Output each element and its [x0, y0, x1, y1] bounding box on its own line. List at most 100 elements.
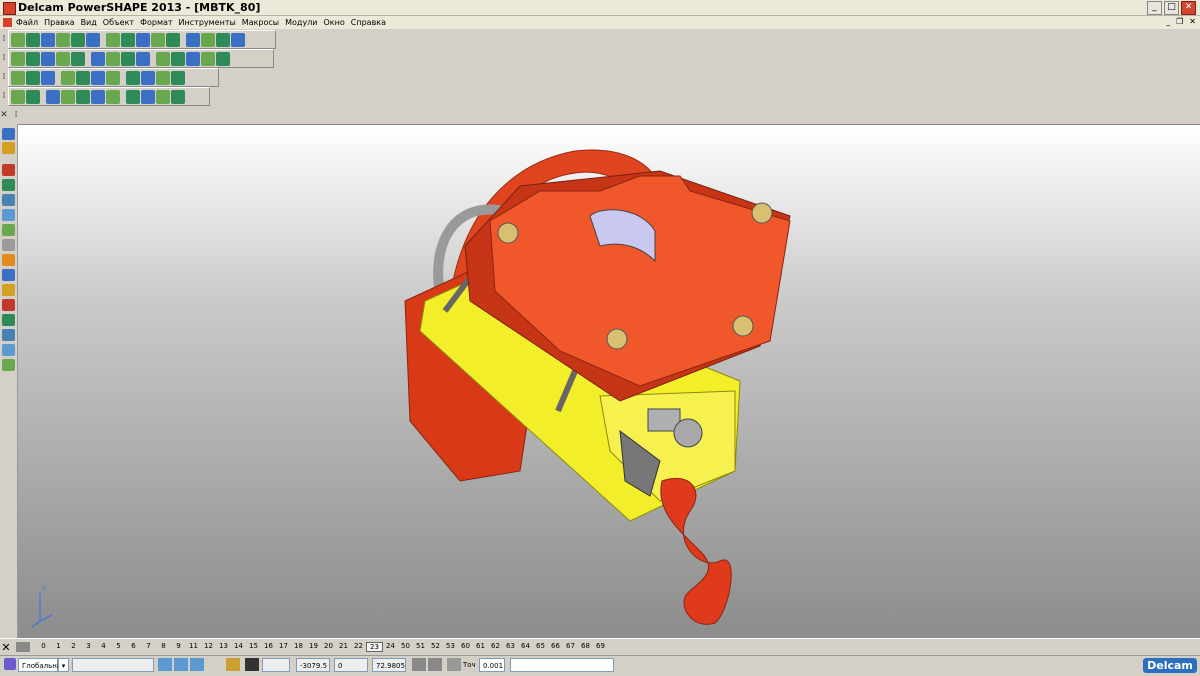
- toolbar-tool-icon[interactable]: [166, 32, 180, 47]
- toolbar-tool-icon[interactable]: [76, 70, 90, 85]
- toolbar-tool-icon[interactable]: [76, 89, 90, 104]
- level-number[interactable]: 51: [413, 642, 428, 652]
- units-field[interactable]: [72, 658, 154, 672]
- toolbar-tool-icon[interactable]: [171, 70, 185, 85]
- toolbar-tool-icon[interactable]: [26, 51, 40, 66]
- toolbar-tool-icon[interactable]: [106, 51, 120, 66]
- x-coordinate[interactable]: -3079.5: [296, 658, 330, 672]
- menu-item[interactable]: Справка: [351, 16, 386, 29]
- y-coordinate[interactable]: 0: [334, 658, 368, 672]
- doc-close-icon[interactable]: ✕: [1189, 17, 1196, 26]
- left-tool-icon[interactable]: [2, 254, 15, 266]
- menu-item[interactable]: Окно: [324, 16, 345, 29]
- toolbar-tool-icon[interactable]: [61, 89, 75, 104]
- level-number[interactable]: 3: [81, 642, 96, 652]
- left-tool-icon[interactable]: [2, 299, 15, 311]
- left-tool-icon[interactable]: [2, 359, 15, 371]
- toolbar-grip[interactable]: ⁞: [0, 89, 8, 104]
- level-number[interactable]: 66: [548, 642, 563, 652]
- toolbar-tool-icon[interactable]: [201, 51, 215, 66]
- level-number[interactable]: 0: [36, 642, 51, 652]
- menu-item[interactable]: Объект: [103, 16, 134, 29]
- workplane-icon[interactable]: [4, 658, 16, 670]
- menu-item[interactable]: Модули: [285, 16, 317, 29]
- level-number[interactable]: 63: [503, 642, 518, 652]
- toolbar-tool-icon[interactable]: [56, 32, 70, 47]
- toolbar-tool-icon[interactable]: [86, 32, 100, 47]
- level-number[interactable]: 52: [428, 642, 443, 652]
- toolbar-tool-icon[interactable]: [126, 89, 140, 104]
- level-number[interactable]: 6: [126, 642, 141, 652]
- toolbar-tool-icon[interactable]: [11, 32, 25, 47]
- level-number[interactable]: 67: [563, 642, 578, 652]
- level-number[interactable]: 18: [291, 642, 306, 652]
- toolbar-tool-icon[interactable]: [141, 70, 155, 85]
- coord-field[interactable]: [262, 658, 290, 672]
- toolbar-tool-icon[interactable]: [126, 70, 140, 85]
- toolbar-tool-icon[interactable]: [156, 89, 170, 104]
- level-number[interactable]: 17: [276, 642, 291, 652]
- toolbar-tool-icon[interactable]: [91, 89, 105, 104]
- levels-icon[interactable]: [16, 642, 30, 652]
- level-number[interactable]: 68: [578, 642, 593, 652]
- left-tool-icon[interactable]: [2, 209, 15, 221]
- toolbar-tool-icon[interactable]: [26, 32, 40, 47]
- level-number[interactable]: 1: [51, 642, 66, 652]
- document-icon[interactable]: [3, 18, 12, 27]
- toolbar-tool-icon[interactable]: [11, 51, 25, 66]
- close-toolbar-icon[interactable]: ✕: [0, 108, 8, 123]
- toolbar-tool-icon[interactable]: [11, 70, 25, 85]
- toolbar-tool-icon[interactable]: [171, 51, 185, 66]
- principal-plane-icon[interactable]: [226, 658, 240, 671]
- level-number[interactable]: 12: [201, 642, 216, 652]
- left-tool-icon[interactable]: [2, 239, 15, 251]
- level-number[interactable]: 7: [141, 642, 156, 652]
- toolbar-tool-icon[interactable]: [186, 51, 200, 66]
- toolbar-tool-icon[interactable]: [71, 32, 85, 47]
- toolbar-grip[interactable]: ⁞: [0, 70, 8, 85]
- toolbar-tool-icon[interactable]: [41, 32, 55, 47]
- doc-restore-icon[interactable]: ❐: [1176, 17, 1183, 26]
- toolbar-tool-icon[interactable]: [151, 32, 165, 47]
- tolerance-field[interactable]: 0.001: [479, 658, 505, 672]
- toolbar-tool-icon[interactable]: [121, 51, 135, 66]
- 3d-viewport[interactable]: Y: [18, 124, 1200, 639]
- level-number[interactable]: 16: [261, 642, 276, 652]
- toolbar-tool-icon[interactable]: [156, 70, 170, 85]
- level-number[interactable]: 61: [473, 642, 488, 652]
- left-tool-icon[interactable]: [2, 128, 15, 140]
- level-number[interactable]: 23: [366, 642, 383, 652]
- close-button[interactable]: ✕: [1181, 1, 1196, 15]
- left-tool-icon[interactable]: [2, 284, 15, 296]
- left-tool-icon[interactable]: [2, 194, 15, 206]
- left-tool-icon[interactable]: [2, 179, 15, 191]
- close-levels-icon[interactable]: ✕: [0, 641, 12, 654]
- level-number[interactable]: 69: [593, 642, 608, 652]
- toolbar-tool-icon[interactable]: [201, 32, 215, 47]
- workplane-field[interactable]: Глобальна: [18, 658, 61, 672]
- maximize-button[interactable]: □: [1164, 1, 1179, 15]
- left-tool-icon[interactable]: [2, 269, 15, 281]
- toolbar-tool-icon[interactable]: [61, 70, 75, 85]
- toolbar-grip[interactable]: ⁞: [0, 51, 8, 66]
- toolbar-tool-icon[interactable]: [171, 89, 185, 104]
- toolbar-tool-icon[interactable]: [106, 70, 120, 85]
- toolbar-tool-icon[interactable]: [106, 32, 120, 47]
- relative-icon[interactable]: [428, 658, 442, 671]
- minimize-button[interactable]: _: [1147, 1, 1162, 15]
- level-number[interactable]: 64: [518, 642, 533, 652]
- toolbar-grip[interactable]: ⁞: [0, 32, 8, 47]
- toolbar-grip[interactable]: ⁞: [12, 108, 20, 123]
- toolbar-tool-icon[interactable]: [91, 70, 105, 85]
- grid-icon[interactable]: [158, 658, 172, 671]
- toolbar-tool-icon[interactable]: [231, 32, 245, 47]
- left-tool-icon[interactable]: [2, 224, 15, 236]
- menu-item[interactable]: Макросы: [242, 16, 279, 29]
- command-field[interactable]: [510, 658, 614, 672]
- workplane-dropdown-icon[interactable]: ▾: [58, 658, 69, 672]
- toolbar-tool-icon[interactable]: [136, 32, 150, 47]
- menu-item[interactable]: Формат: [140, 16, 172, 29]
- level-number[interactable]: 22: [351, 642, 366, 652]
- toolbar-tool-icon[interactable]: [91, 51, 105, 66]
- left-tool-icon[interactable]: [2, 164, 15, 176]
